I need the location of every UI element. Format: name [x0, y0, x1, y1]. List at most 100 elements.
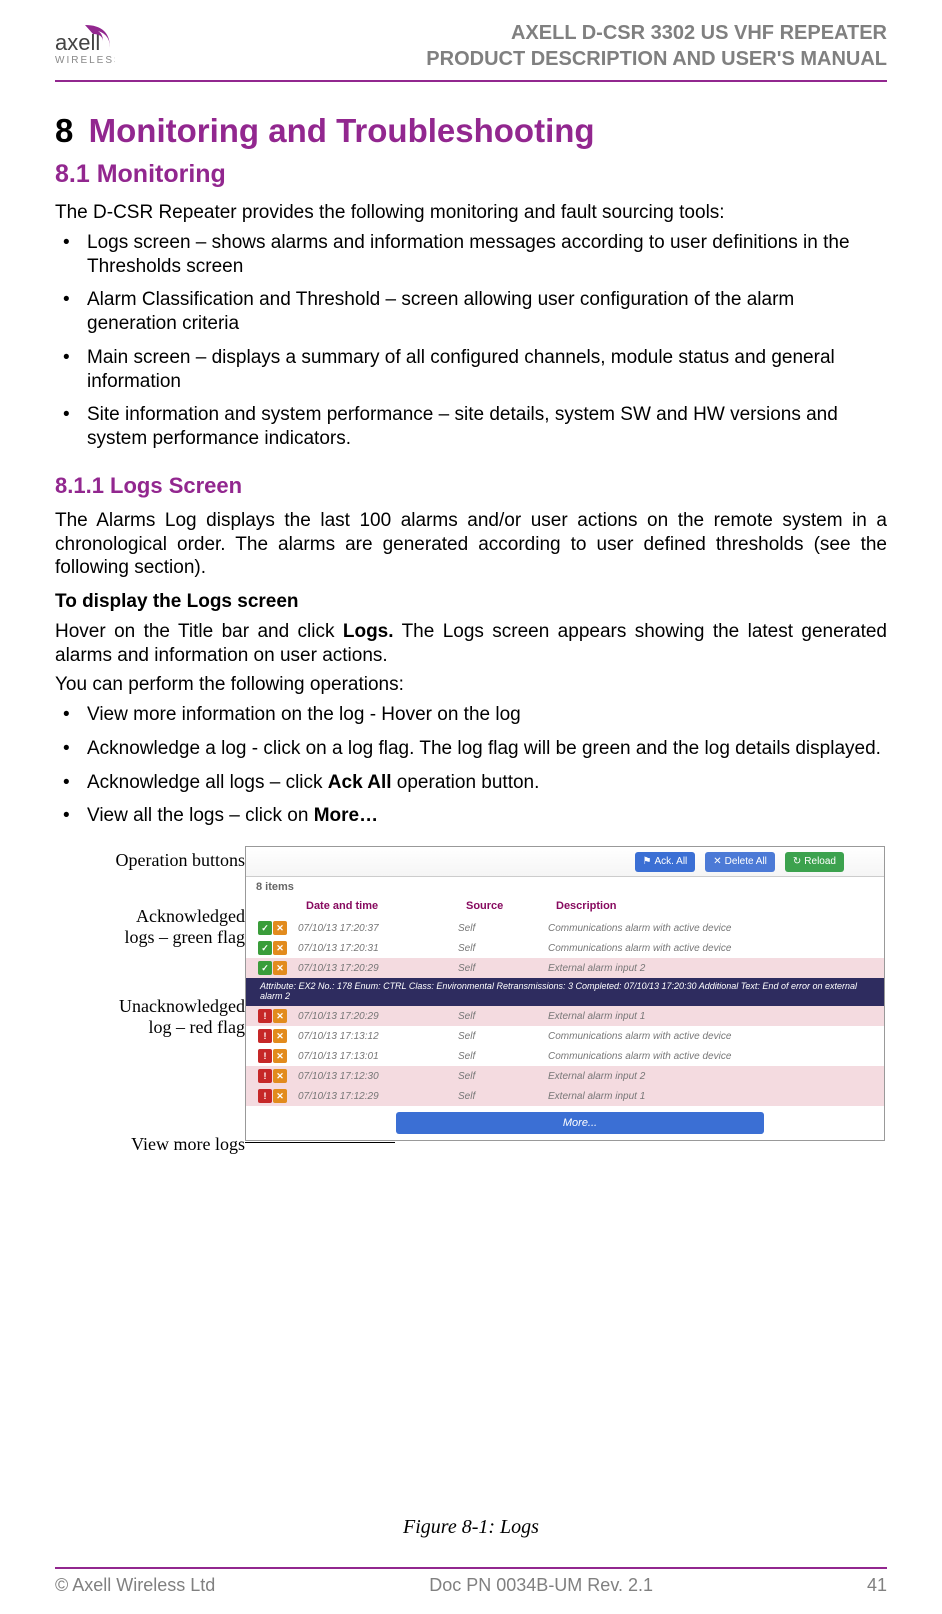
delete-flag-icon[interactable]: ✕: [273, 1069, 287, 1083]
annot-line: [245, 1142, 395, 1143]
figure-caption: Figure 8-1: Logs: [55, 1516, 887, 1539]
flag-box[interactable]: !✕: [258, 1069, 298, 1083]
logs-screenshot: ⚑Ack. All ✕Delete All ↻Reload 8 items Da…: [245, 846, 885, 1141]
cell-description: Communications alarm with active device: [548, 1031, 874, 1042]
delete-flag-icon[interactable]: ✕: [273, 941, 287, 955]
logs-screen-p1: The Alarms Log displays the last 100 ala…: [55, 509, 887, 580]
list-item: Main screen – displays a summary of all …: [55, 346, 887, 394]
col-source-header: Source: [466, 900, 556, 912]
delete-flag-icon[interactable]: ✕: [273, 1089, 287, 1103]
chapter-heading: 8 Monitoring and Troubleshooting: [55, 112, 887, 150]
delete-flag-icon[interactable]: ✕: [273, 921, 287, 935]
section-8-1-intro: The D-CSR Repeater provides the followin…: [55, 201, 887, 225]
annot-view-more: View more logs: [131, 1134, 245, 1155]
logs-bold: Logs.: [343, 621, 394, 642]
text-span: Acknowledge all logs – click: [87, 772, 328, 793]
flag-box[interactable]: ✓✕: [258, 921, 298, 935]
delete-all-button[interactable]: ✕Delete All: [705, 852, 775, 872]
delete-flag-icon[interactable]: ✕: [273, 1009, 287, 1023]
table-row[interactable]: !✕07/10/13 17:13:12SelfCommunications al…: [246, 1026, 884, 1046]
text-span: View all the logs – click on: [87, 805, 314, 826]
cell-description: External alarm input 1: [548, 1091, 874, 1102]
item-count: 8 items: [246, 877, 884, 897]
flag-box[interactable]: !✕: [258, 1089, 298, 1103]
table-row[interactable]: !✕07/10/13 17:12:29SelfExternal alarm in…: [246, 1086, 884, 1106]
section-8-1-list: Logs screen – shows alarms and informati…: [55, 231, 887, 451]
close-icon: ✕: [713, 856, 721, 867]
reload-button[interactable]: ↻Reload: [785, 852, 844, 872]
cell-source: Self: [458, 1071, 548, 1082]
hover-instruction: Hover on the Title bar and click Logs. T…: [55, 620, 887, 668]
cell-description: Communications alarm with active device: [548, 923, 874, 934]
ack-flag-icon[interactable]: ✓: [258, 941, 272, 955]
page-footer: © Axell Wireless Ltd Doc PN 0034B-UM Rev…: [55, 1567, 887, 1596]
table-body-1: ✓✕07/10/13 17:20:37SelfCommunications al…: [246, 918, 884, 978]
col-date-header: Date and time: [306, 900, 466, 912]
figure-8-1: Operation buttons Acknowledged logs – gr…: [55, 846, 887, 1176]
cell-source: Self: [458, 1051, 548, 1062]
table-row[interactable]: ✓✕07/10/13 17:20:31SelfCommunications al…: [246, 938, 884, 958]
svg-text:WIRELESS: WIRELESS: [55, 55, 115, 65]
operations-list: View more information on the log - Hover…: [55, 703, 887, 828]
toolbar: ⚑Ack. All ✕Delete All ↻Reload: [246, 847, 884, 877]
cell-description: Communications alarm with active device: [548, 1051, 874, 1062]
table-row[interactable]: ✓✕07/10/13 17:20:29SelfExternal alarm in…: [246, 958, 884, 978]
flag-box[interactable]: ✓✕: [258, 961, 298, 975]
list-item: Site information and system performance …: [55, 403, 887, 451]
reload-icon: ↻: [793, 856, 801, 867]
cell-date: 07/10/13 17:20:29: [298, 1011, 458, 1022]
doc-title: AXELL D-CSR 3302 US VHF REPEATER PRODUCT…: [426, 20, 887, 72]
footer-right: 41: [867, 1575, 887, 1596]
cell-date: 07/10/13 17:20:29: [298, 963, 458, 974]
table-row[interactable]: !✕07/10/13 17:20:29SelfExternal alarm in…: [246, 1006, 884, 1026]
page-header: axell WIRELESS AXELL D-CSR 3302 US VHF R…: [55, 20, 887, 82]
flag-box[interactable]: !✕: [258, 1049, 298, 1063]
col-desc-header: Description: [556, 900, 874, 912]
list-item: Logs screen – shows alarms and informati…: [55, 231, 887, 279]
delete-flag-icon[interactable]: ✕: [273, 961, 287, 975]
table-row[interactable]: !✕07/10/13 17:13:01SelfCommunications al…: [246, 1046, 884, 1066]
list-item: View all the logs – click on More…: [55, 804, 887, 828]
doc-title-line1: AXELL D-CSR 3302 US VHF REPEATER: [426, 20, 887, 46]
cell-date: 07/10/13 17:12:30: [298, 1071, 458, 1082]
more-bold: More…: [314, 805, 378, 826]
ack-flag-icon[interactable]: ✓: [258, 921, 272, 935]
logo: axell WIRELESS: [55, 20, 115, 65]
unack-flag-icon[interactable]: !: [258, 1049, 272, 1063]
text-span: operation button.: [392, 772, 540, 793]
text-span: Hover on the Title bar and click: [55, 621, 343, 642]
annot-unack-log: Unacknowledged log – red flag: [119, 996, 245, 1038]
unack-flag-icon[interactable]: !: [258, 1069, 272, 1083]
flag-box[interactable]: ✓✕: [258, 941, 298, 955]
section-8-1-1-heading: 8.1.1 Logs Screen: [55, 473, 887, 499]
unack-flag-icon[interactable]: !: [258, 1029, 272, 1043]
cell-description: Communications alarm with active device: [548, 943, 874, 954]
ack-all-button[interactable]: ⚑Ack. All: [635, 852, 696, 872]
cell-date: 07/10/13 17:20:31: [298, 943, 458, 954]
ack-all-bold: Ack All: [328, 772, 392, 793]
cell-source: Self: [458, 943, 548, 954]
cell-source: Self: [458, 1031, 548, 1042]
cell-description: External alarm input 2: [548, 963, 874, 974]
cell-source: Self: [458, 923, 548, 934]
ack-flag-icon[interactable]: ✓: [258, 961, 272, 975]
list-item: View more information on the log - Hover…: [55, 703, 887, 727]
list-item: Acknowledge all logs – click Ack All ope…: [55, 771, 887, 795]
delete-flag-icon[interactable]: ✕: [273, 1029, 287, 1043]
table-row[interactable]: !✕07/10/13 17:12:30SelfExternal alarm in…: [246, 1066, 884, 1086]
unack-flag-icon[interactable]: !: [258, 1089, 272, 1103]
flag-box[interactable]: !✕: [258, 1029, 298, 1043]
unack-flag-icon[interactable]: !: [258, 1009, 272, 1023]
delete-flag-icon[interactable]: ✕: [273, 1049, 287, 1063]
axell-logo-icon: axell WIRELESS: [55, 20, 115, 65]
cell-description: External alarm input 2: [548, 1071, 874, 1082]
cell-date: 07/10/13 17:12:29: [298, 1091, 458, 1102]
more-button[interactable]: More...: [396, 1112, 764, 1134]
cell-source: Self: [458, 963, 548, 974]
flag-box[interactable]: !✕: [258, 1009, 298, 1023]
to-display-heading: To display the Logs screen: [55, 590, 887, 614]
footer-left: © Axell Wireless Ltd: [55, 1575, 215, 1596]
cell-source: Self: [458, 1091, 548, 1102]
table-row[interactable]: ✓✕07/10/13 17:20:37SelfCommunications al…: [246, 918, 884, 938]
chapter-title: Monitoring and Troubleshooting: [89, 112, 595, 150]
